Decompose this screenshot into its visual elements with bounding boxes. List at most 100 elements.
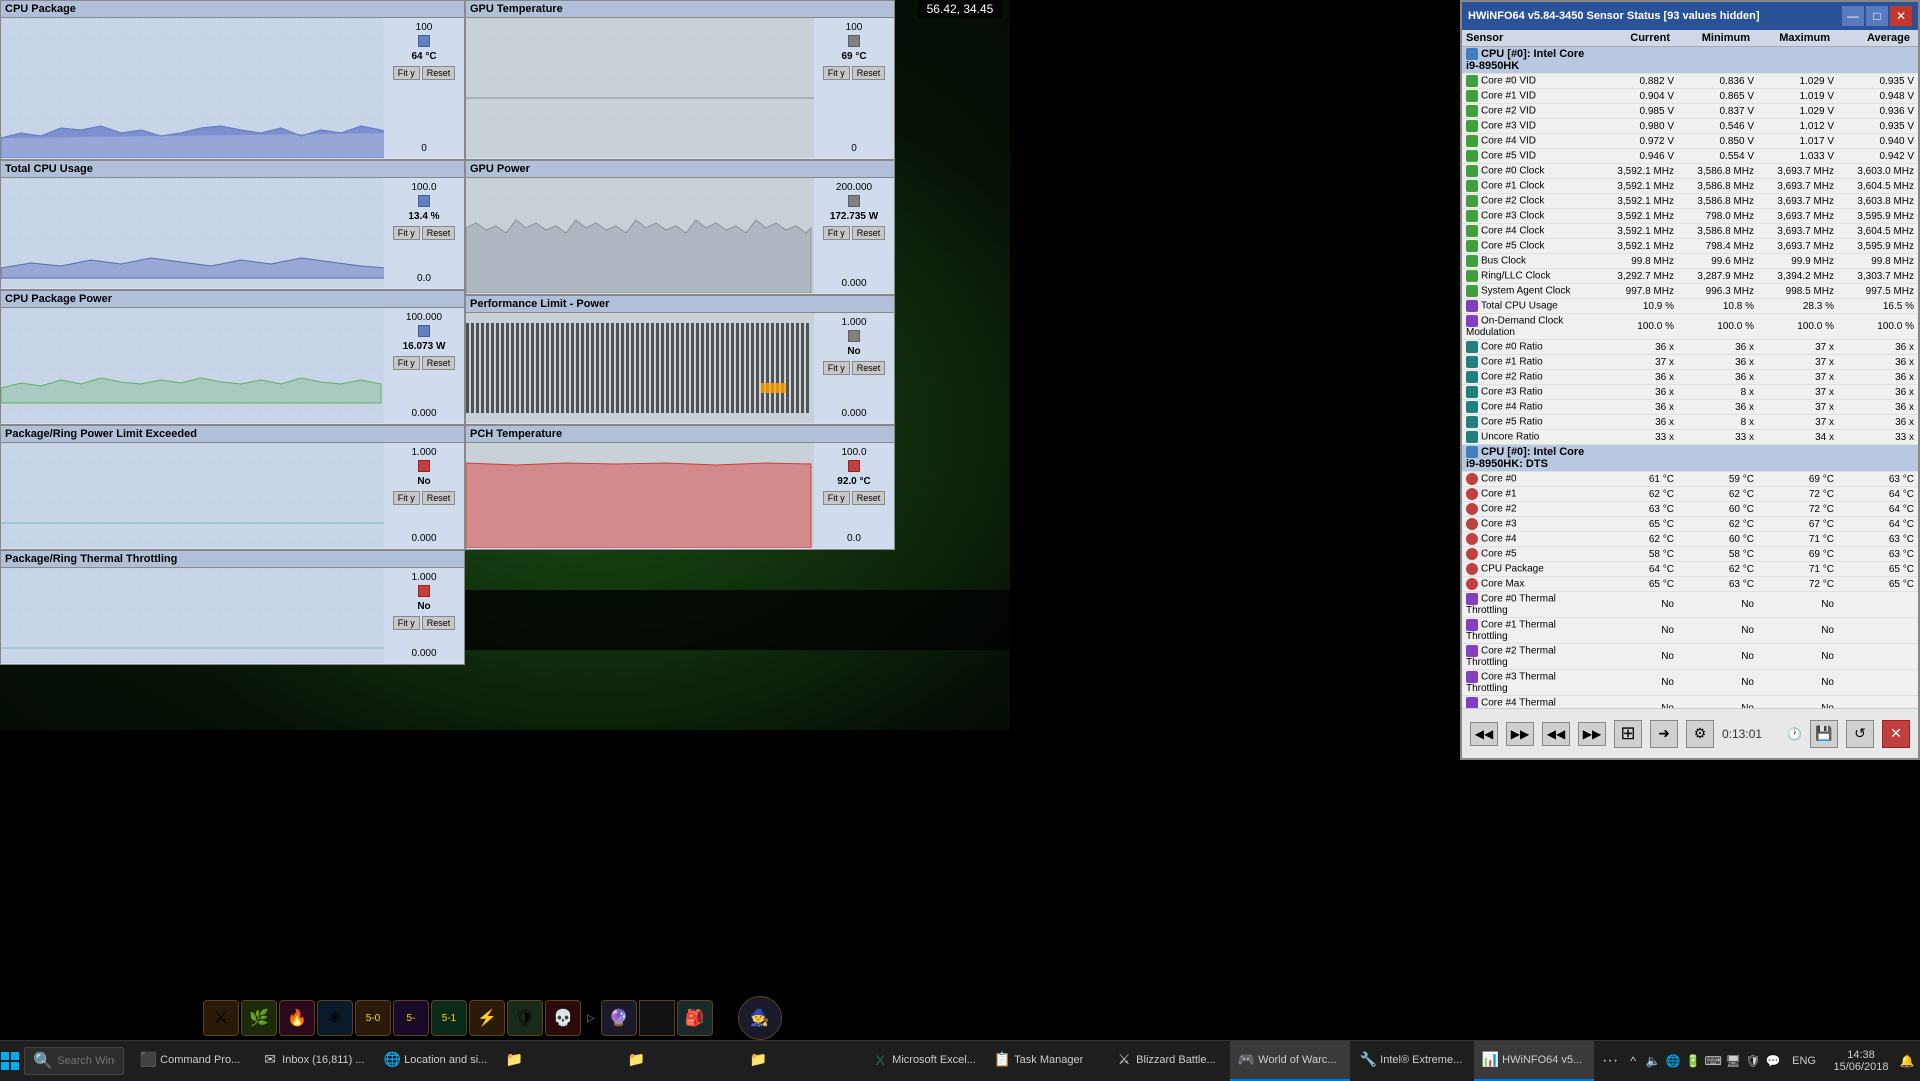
gpu-temp-reset-btn[interactable]: Reset bbox=[852, 66, 886, 80]
tray-icon-7[interactable]: 🛡 bbox=[1744, 1052, 1762, 1070]
pkg-ring-reset-btn[interactable]: Reset bbox=[422, 491, 456, 505]
sensor-row[interactable]: Core #1 VID0.904 V0.865 V1.019 V0.948 V bbox=[1462, 89, 1918, 104]
ability-6[interactable]: 5- bbox=[393, 1000, 429, 1036]
sensor-row[interactable]: Core #462 °C60 °C71 °C63 °C bbox=[1462, 532, 1918, 547]
taskbar-more-apps[interactable]: ··· bbox=[1596, 1052, 1624, 1070]
sensor-row[interactable]: Core #365 °C62 °C67 °C64 °C bbox=[1462, 517, 1918, 532]
hwinfo-minimize-btn[interactable]: — bbox=[1842, 6, 1864, 26]
sensor-row[interactable]: Core #558 °C58 °C69 °C63 °C bbox=[1462, 547, 1918, 562]
sensor-row[interactable]: Core #4 Ratio36 x36 x37 x36 x bbox=[1462, 400, 1918, 415]
ability-1[interactable]: ⚔ bbox=[203, 1000, 239, 1036]
pkg-thermal-fit-btn[interactable]: Fit y bbox=[393, 616, 420, 630]
taskbar-app-location[interactable]: 🌐 Location and si... bbox=[376, 1041, 496, 1081]
tray-icon-3[interactable]: 🌐 bbox=[1664, 1052, 1682, 1070]
hwinfo-table-body[interactable]: CPU [#0]: Intel Core i9-8950HKCore #0 VI… bbox=[1462, 47, 1918, 708]
hwinfo-close-btn[interactable]: ✕ bbox=[1890, 6, 1912, 26]
gpu-temp-fit-btn[interactable]: Fit y bbox=[823, 66, 850, 80]
taskbar-app-email[interactable]: ✉ Inbox (16,811) ... bbox=[254, 1041, 374, 1081]
sensor-row[interactable]: Total CPU Usage10.9 %10.8 %28.3 %16.5 % bbox=[1462, 299, 1918, 314]
sensor-row[interactable]: Core #162 °C62 °C72 °C64 °C bbox=[1462, 487, 1918, 502]
ability-11[interactable]: 🔮 bbox=[601, 1000, 637, 1036]
taskbar-app-folder3[interactable]: 📁 bbox=[742, 1041, 862, 1081]
ability-5[interactable]: 5-0 bbox=[355, 1000, 391, 1036]
sensor-row[interactable]: Core #263 °C60 °C72 °C64 °C bbox=[1462, 502, 1918, 517]
ability-9[interactable]: 🛡 bbox=[507, 1000, 543, 1036]
taskbar-search[interactable]: 🔍 bbox=[24, 1047, 124, 1075]
taskbar-language[interactable]: ENG bbox=[1784, 1055, 1824, 1067]
taskbar-app-intel[interactable]: 🔧 Intel® Extreme... bbox=[1352, 1041, 1472, 1081]
taskbar-app-taskmgr[interactable]: 📋 Task Manager bbox=[986, 1041, 1106, 1081]
cpu-pkg-reset-btn[interactable]: Reset bbox=[422, 66, 456, 80]
sensor-row[interactable]: Core #1 Ratio37 x36 x37 x36 x bbox=[1462, 355, 1918, 370]
taskbar-clock[interactable]: 14:38 15/06/2018 bbox=[1826, 1049, 1896, 1073]
gpu-power-fit-btn[interactable]: Fit y bbox=[823, 226, 850, 240]
hwinfo-back-btn2[interactable]: ◀◀ bbox=[1542, 722, 1570, 746]
pkg-ring-fit-btn[interactable]: Fit y bbox=[393, 491, 420, 505]
cpu-usage-reset-btn[interactable]: Reset bbox=[422, 226, 456, 240]
sensor-row[interactable]: Core #3 VID0.980 V0.546 V1.012 V0.935 V bbox=[1462, 119, 1918, 134]
sensor-row[interactable]: Core #4 Clock3,592.1 MHz3,586.8 MHz3,693… bbox=[1462, 224, 1918, 239]
taskbar-app-hwinfo[interactable]: 📊 HWiNFO64 v5... bbox=[1474, 1041, 1594, 1081]
sensor-row[interactable]: Uncore Ratio33 x33 x34 x33 x bbox=[1462, 430, 1918, 445]
sensor-row[interactable]: On-Demand Clock Modulation100.0 %100.0 %… bbox=[1462, 314, 1918, 340]
sensor-row[interactable]: Core #3 Clock3,592.1 MHz798.0 MHz3,693.7… bbox=[1462, 209, 1918, 224]
sensor-row[interactable]: Core #5 Ratio36 x8 x37 x36 x bbox=[1462, 415, 1918, 430]
cpu-power-reset-btn[interactable]: Reset bbox=[422, 356, 456, 370]
ability-8[interactable]: ⚡ bbox=[469, 1000, 505, 1036]
hwinfo-maximize-btn[interactable]: □ bbox=[1866, 6, 1888, 26]
tray-icon-2[interactable]: 🔈 bbox=[1644, 1052, 1662, 1070]
taskbar-app-excel[interactable]: X Microsoft Excel... bbox=[864, 1041, 984, 1081]
taskbar-app-wow[interactable]: 🎮 World of Warc... bbox=[1230, 1041, 1350, 1081]
ability-2[interactable]: 🌿 bbox=[241, 1000, 277, 1036]
ability-10[interactable]: 💀 bbox=[545, 1000, 581, 1036]
hwinfo-back-back-btn[interactable]: ◀◀ bbox=[1470, 722, 1498, 746]
ability-4[interactable]: ❄ bbox=[317, 1000, 353, 1036]
hwinfo-close2-icon[interactable]: ✕ bbox=[1882, 720, 1910, 748]
hwinfo-fwd-btn[interactable]: ▶▶ bbox=[1506, 722, 1534, 746]
sensor-row[interactable]: Core #2 VID0.985 V0.837 V1.029 V0.936 V bbox=[1462, 104, 1918, 119]
sensor-row[interactable]: Core #3 Ratio36 x8 x37 x36 x bbox=[1462, 385, 1918, 400]
cpu-power-fit-btn[interactable]: Fit y bbox=[393, 356, 420, 370]
gpu-power-reset-btn[interactable]: Reset bbox=[852, 226, 886, 240]
sensor-row[interactable]: Core #2 Thermal ThrottlingNoNoNo bbox=[1462, 644, 1918, 670]
search-input[interactable] bbox=[57, 1055, 115, 1067]
sensor-row[interactable]: Ring/LLC Clock3,292.7 MHz3,287.9 MHz3,39… bbox=[1462, 269, 1918, 284]
tray-icon-5[interactable]: ⌨ bbox=[1704, 1052, 1722, 1070]
tray-icon-6[interactable]: 🖥 bbox=[1724, 1052, 1742, 1070]
sensor-row[interactable]: Core #1 Thermal ThrottlingNoNoNo bbox=[1462, 618, 1918, 644]
perf-limit-fit-btn[interactable]: Fit y bbox=[823, 361, 850, 375]
cpu-pkg-fit-btn[interactable]: Fit y bbox=[393, 66, 420, 80]
sensor-row[interactable]: Core #4 Thermal ThrottlingNoNoNo bbox=[1462, 696, 1918, 708]
taskbar-app-folder2[interactable]: 📁 bbox=[620, 1041, 740, 1081]
sensor-row[interactable]: Core #0 Ratio36 x36 x37 x36 x bbox=[1462, 340, 1918, 355]
sensor-row[interactable]: Core #061 °C59 °C69 °C63 °C bbox=[1462, 472, 1918, 487]
pch-temp-fit-btn[interactable]: Fit y bbox=[823, 491, 850, 505]
sensor-row[interactable]: Core #2 Ratio36 x36 x37 x36 x bbox=[1462, 370, 1918, 385]
tray-icon-4[interactable]: 🔋 bbox=[1684, 1052, 1702, 1070]
pkg-thermal-reset-btn[interactable]: Reset bbox=[422, 616, 456, 630]
sensor-row[interactable]: Core #0 VID0.882 V0.836 V1.029 V0.935 V bbox=[1462, 74, 1918, 89]
start-button[interactable] bbox=[0, 1041, 20, 1081]
taskbar-app-battle[interactable]: ⚔ Blizzard Battle... bbox=[1108, 1041, 1228, 1081]
ability-3[interactable]: 🔥 bbox=[279, 1000, 315, 1036]
sensor-row[interactable]: Core #0 Thermal ThrottlingNoNoNo bbox=[1462, 592, 1918, 618]
tray-icon-8[interactable]: 💬 bbox=[1764, 1052, 1782, 1070]
sensor-row[interactable]: Core #3 Thermal ThrottlingNoNoNo bbox=[1462, 670, 1918, 696]
cpu-usage-fit-btn[interactable]: Fit y bbox=[393, 226, 420, 240]
taskbar-app-folder1[interactable]: 📁 bbox=[498, 1041, 618, 1081]
sensor-row[interactable]: Core #5 Clock3,592.1 MHz798.4 MHz3,693.7… bbox=[1462, 239, 1918, 254]
sensor-row[interactable]: Core #5 VID0.946 V0.554 V1.033 V0.942 V bbox=[1462, 149, 1918, 164]
hwinfo-fwd-btn2[interactable]: ▶▶ bbox=[1578, 722, 1606, 746]
perf-limit-reset-btn[interactable]: Reset bbox=[852, 361, 886, 375]
notification-btn[interactable]: 🔔 bbox=[1898, 1052, 1916, 1070]
sensor-row[interactable]: Bus Clock99.8 MHz99.6 MHz99.9 MHz99.8 MH… bbox=[1462, 254, 1918, 269]
sensor-row[interactable]: Core #4 VID0.972 V0.850 V1.017 V0.940 V bbox=[1462, 134, 1918, 149]
sensor-row[interactable]: Core Max65 °C63 °C72 °C65 °C bbox=[1462, 577, 1918, 592]
taskbar-app-cmd[interactable]: ⬛ Command Pro... bbox=[132, 1041, 252, 1081]
sensor-row[interactable]: CPU Package64 °C62 °C71 °C65 °C bbox=[1462, 562, 1918, 577]
ability-bag[interactable]: 🎒 bbox=[677, 1000, 713, 1036]
sensor-row[interactable]: System Agent Clock997.8 MHz996.3 MHz998.… bbox=[1462, 284, 1918, 299]
sensor-row[interactable]: Core #1 Clock3,592.1 MHz3,586.8 MHz3,693… bbox=[1462, 179, 1918, 194]
ability-7[interactable]: 5-1 bbox=[431, 1000, 467, 1036]
pch-temp-reset-btn[interactable]: Reset bbox=[852, 491, 886, 505]
